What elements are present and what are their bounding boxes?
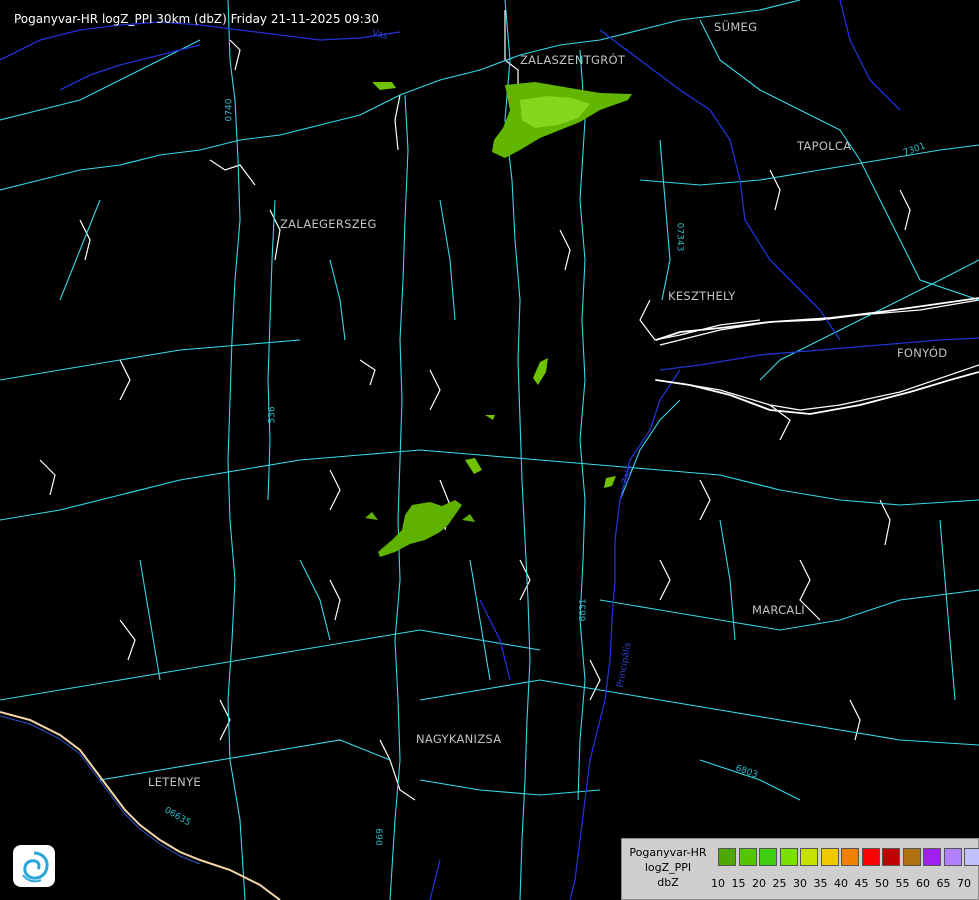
legend-swatch <box>964 848 979 866</box>
city-label-keszthely: KESZTHELY <box>668 289 736 303</box>
city-label-nagykanizsa: NAGYKANIZSA <box>416 732 502 746</box>
legend-tick-label: 50 <box>875 877 889 890</box>
roads <box>0 0 979 900</box>
legend-tick-label: 15 <box>731 877 746 890</box>
legend-swatch <box>759 848 777 866</box>
rivers <box>0 0 979 900</box>
swirl-icon <box>22 851 49 883</box>
legend-line-2: logZ_PPI <box>644 861 692 874</box>
legend-swatch <box>841 848 859 866</box>
legend-title: Poganyvar-HR logZ_PPI dbZ <box>622 845 714 890</box>
legend-tick-label: 55 <box>895 877 910 890</box>
city-label-sumeg: SÜMEG <box>714 20 758 34</box>
legend-swatch <box>718 848 736 866</box>
echo-north-small <box>372 82 396 90</box>
legend-tick-label: 65 <box>936 877 951 890</box>
radar-title: Poganyvar-HR logZ_PPI 30km (dbZ) Friday … <box>14 12 379 26</box>
road-label: 069 <box>375 828 386 846</box>
legend-swatch <box>820 848 839 866</box>
echo-c4 <box>604 476 616 488</box>
city-label-letenye: LETENYE <box>148 775 201 789</box>
legend-tick-label: 35 <box>813 877 828 890</box>
road-label: 07343 <box>674 222 685 252</box>
legend-tick-label: 25 <box>772 877 787 890</box>
road-label: 0740 <box>224 98 235 122</box>
legend-swatch <box>861 848 880 866</box>
legend-swatch <box>800 848 818 866</box>
echo-central-a <box>365 512 378 520</box>
legend-line-3: dbZ <box>657 876 679 889</box>
city-label-marcali: MARCALI <box>752 603 806 617</box>
echo-c3 <box>533 358 548 385</box>
echo-central <box>378 500 462 557</box>
legend-swatch <box>902 848 921 866</box>
legend-tick-label: 30 <box>793 877 807 890</box>
legend-tick-label: 40 <box>834 877 848 890</box>
met-service-logo <box>13 845 55 887</box>
legend-tick-label: 70 <box>957 877 971 890</box>
legend-tick-label: 45 <box>854 877 869 890</box>
echo-north-core <box>520 96 590 128</box>
city-label-zalaszentgrot: ZALASZENTGRÓT <box>520 53 626 67</box>
legend-swatch <box>738 848 757 866</box>
city-label-tapolca: TAPOLCA <box>797 139 852 153</box>
legend-tick-label: 20 <box>752 877 766 890</box>
city-label-zalaegerszeg: ZALAEGERSZEG <box>280 217 377 231</box>
legend-tick-label: 60 <box>916 877 930 890</box>
legend-swatch <box>779 848 798 866</box>
radar-map-view: Poganyvar-HR logZ_PPI 30km (dbZ) Friday … <box>0 0 979 900</box>
echo-c2 <box>485 415 495 420</box>
road-label: 6831 <box>578 598 589 622</box>
echo-central-b <box>462 514 475 522</box>
legend-swatch <box>923 848 941 866</box>
road-label: 536 <box>267 406 278 424</box>
legend-line-1: Poganyvar-HR <box>629 846 707 859</box>
radar-echoes <box>365 82 632 557</box>
dbz-legend: Poganyvar-HR logZ_PPI dbZ 10 15 20 25 30 35 40… <box>621 838 979 900</box>
legend-swatch <box>943 848 962 866</box>
city-label-fonyod: FONYÓD <box>897 346 948 360</box>
legend-tick-label: 10 <box>711 877 725 890</box>
map-canvas <box>0 0 979 900</box>
echo-c1 <box>465 458 482 474</box>
legend-swatch <box>882 848 900 866</box>
